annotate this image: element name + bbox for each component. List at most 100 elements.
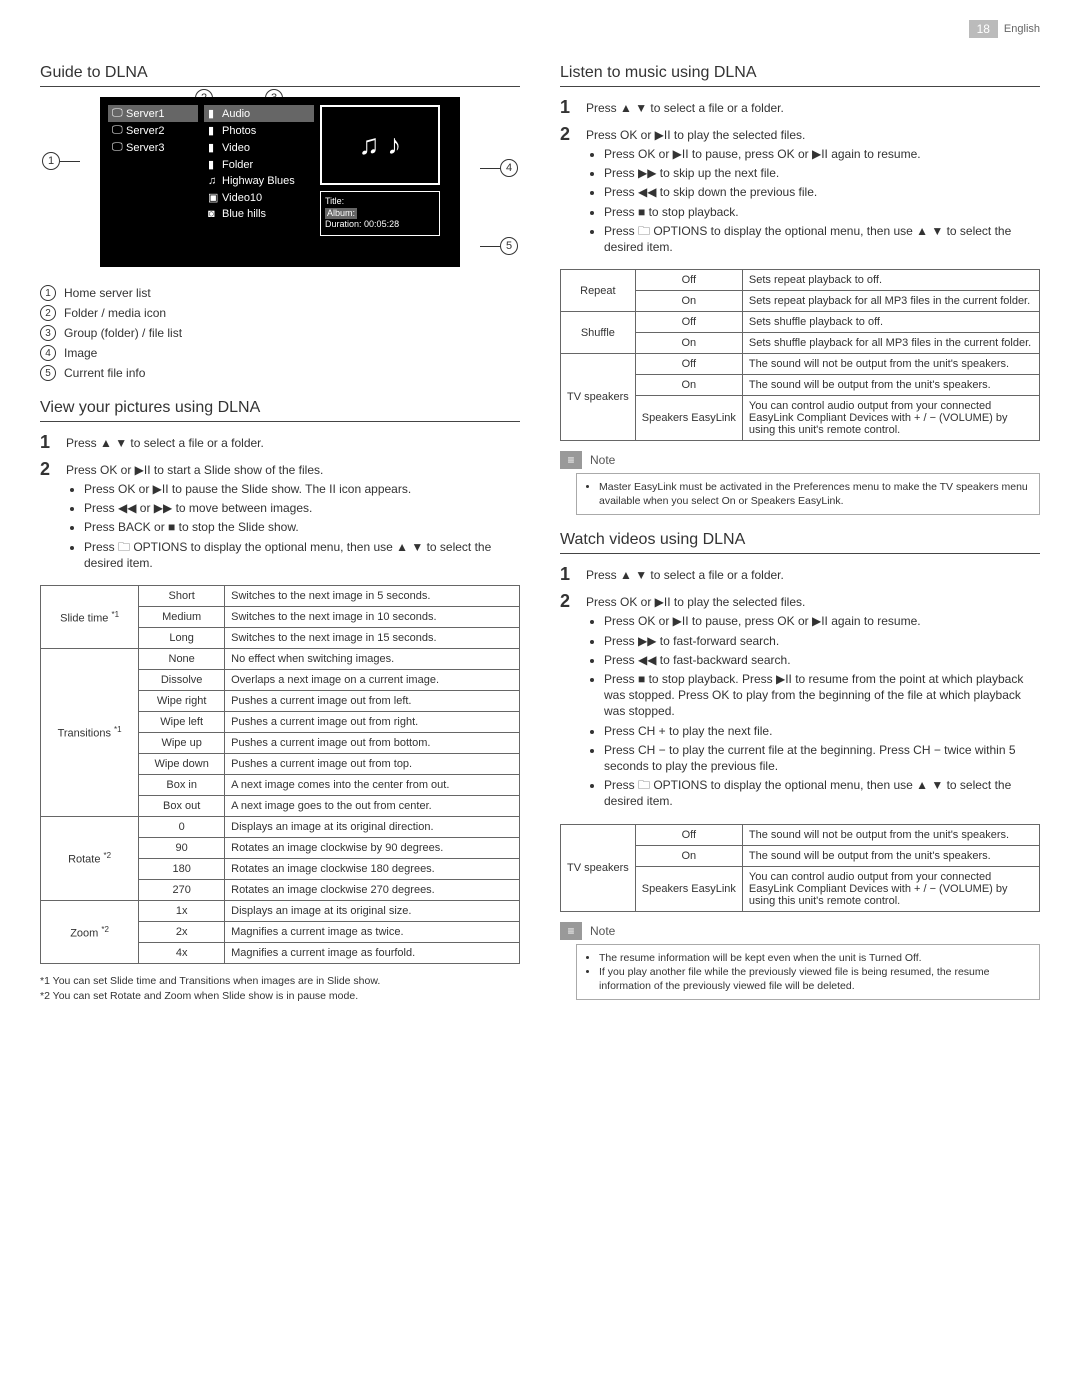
option-desc: You can control audio output from your c…	[742, 396, 1039, 441]
note-icon: ≡	[560, 922, 582, 940]
pictures-steps: 1Press ▲ ▼ to select a file or a folder.…	[40, 432, 520, 575]
video-title: Watch videos using DLNA	[560, 531, 1040, 554]
option-value: 90	[139, 837, 225, 858]
option-value: Off	[635, 354, 742, 375]
option-value: Box in	[139, 774, 225, 795]
music-title: Listen to music using DLNA	[560, 64, 1040, 87]
option-value: Wipe right	[139, 690, 225, 711]
option-value: Short	[139, 585, 225, 606]
option-desc: Overlaps a next image on a current image…	[225, 669, 520, 690]
option-value: 1x	[139, 900, 225, 921]
video-icon: ▣	[208, 191, 218, 204]
option-desc: Switches to the next image in 10 seconds…	[225, 606, 520, 627]
music-options-table: RepeatOffSets repeat playback to off.OnS…	[560, 269, 1040, 441]
option-value: 4x	[139, 942, 225, 963]
option-value: Off	[635, 824, 742, 845]
preview-info: Title: Album: Duration: 00:05:28	[320, 191, 440, 236]
option-value: 0	[139, 816, 225, 837]
option-value: Speakers EasyLink	[635, 396, 742, 441]
option-value: Wipe up	[139, 732, 225, 753]
language-label: English	[1004, 23, 1040, 35]
option-desc: You can control audio output from your c…	[742, 866, 1039, 911]
folder-icon: ▮	[208, 158, 218, 171]
option-value: Off	[635, 312, 742, 333]
setting-name: Repeat	[561, 270, 636, 312]
dlna-diagram: 🖵Server1 🖵Server2 🖵Server3 ▮Audio ▮Photo…	[100, 97, 460, 267]
option-value: None	[139, 648, 225, 669]
photo-icon: ◙	[208, 208, 218, 220]
option-desc: Rotates an image clockwise 180 degrees.	[225, 858, 520, 879]
pictures-options-table: Slide time *1ShortSwitches to the next i…	[40, 585, 520, 964]
callout-5: 5	[500, 237, 518, 255]
music-note: ≡Note Master EasyLink must be activated …	[560, 451, 1040, 515]
setting-name: TV speakers	[561, 824, 636, 911]
callout-1: 1	[42, 152, 60, 170]
option-desc: Sets repeat playback for all MP3 files i…	[742, 291, 1039, 312]
server-icon: 🖵	[112, 107, 122, 120]
setting-name: Shuffle	[561, 312, 636, 354]
folder-icon: ▮	[208, 124, 218, 137]
option-desc: Switches to the next image in 5 seconds.	[225, 585, 520, 606]
option-desc: Pushes a current image out from top.	[225, 753, 520, 774]
right-column: Listen to music using DLNA 1Press ▲ ▼ to…	[560, 48, 1040, 1010]
option-value: Medium	[139, 606, 225, 627]
option-desc: Rotates an image clockwise 270 degrees.	[225, 879, 520, 900]
pictures-title: View your pictures using DLNA	[40, 399, 520, 422]
callout-4: 4	[500, 159, 518, 177]
option-desc: The sound will not be output from the un…	[742, 354, 1039, 375]
option-value: 270	[139, 879, 225, 900]
left-column: Guide to DLNA 2 3 1 4 5 🖵Server1 🖵Server…	[40, 48, 520, 1010]
guide-title: Guide to DLNA	[40, 64, 520, 87]
note-icon: ≡	[560, 451, 582, 469]
option-value: On	[635, 333, 742, 354]
option-desc: Magnifies a current image as twice.	[225, 921, 520, 942]
server-icon: 🖵	[112, 124, 122, 137]
option-desc: Pushes a current image out from right.	[225, 711, 520, 732]
diagram-servers: 🖵Server1 🖵Server2 🖵Server3	[108, 105, 198, 259]
video-options-table: TV speakersOffThe sound will not be outp…	[560, 824, 1040, 912]
setting-name: TV speakers	[561, 354, 636, 441]
music-steps: 1Press ▲ ▼ to select a file or a folder.…	[560, 97, 1040, 259]
folder-icon: ▮	[208, 141, 218, 154]
setting-name: Slide time *1	[41, 585, 139, 648]
option-desc: Sets repeat playback to off.	[742, 270, 1039, 291]
option-desc: The sound will not be output from the un…	[742, 824, 1039, 845]
option-desc: Sets shuffle playback to off.	[742, 312, 1039, 333]
video-note: ≡Note The resume information will be kep…	[560, 922, 1040, 1001]
option-value: Box out	[139, 795, 225, 816]
option-value: Wipe left	[139, 711, 225, 732]
setting-name: Rotate *2	[41, 816, 139, 900]
option-value: 2x	[139, 921, 225, 942]
option-desc: Displays an image at its original size.	[225, 900, 520, 921]
option-desc: Sets shuffle playback for all MP3 files …	[742, 333, 1039, 354]
diagram-files: ▮Audio ▮Photos ▮Video ▮Folder ♫Highway B…	[204, 105, 314, 259]
option-desc: Magnifies a current image as fourfold.	[225, 942, 520, 963]
option-desc: Switches to the next image in 15 seconds…	[225, 627, 520, 648]
option-value: Long	[139, 627, 225, 648]
page-number: 18	[969, 20, 998, 38]
option-desc: The sound will be output from the unit's…	[742, 845, 1039, 866]
video-steps: 1Press ▲ ▼ to select a file or a folder.…	[560, 564, 1040, 813]
option-desc: Displays an image at its original direct…	[225, 816, 520, 837]
option-desc: Rotates an image clockwise by 90 degrees…	[225, 837, 520, 858]
option-value: Speakers EasyLink	[635, 866, 742, 911]
option-value: Dissolve	[139, 669, 225, 690]
option-value: On	[635, 291, 742, 312]
option-desc: Pushes a current image out from bottom.	[225, 732, 520, 753]
option-desc: No effect when switching images.	[225, 648, 520, 669]
setting-name: Transitions *1	[41, 648, 139, 816]
preview-image: ♫ ♪	[320, 105, 440, 185]
dlna-diagram-wrap: 2 3 1 4 5 🖵Server1 🖵Server2 🖵Server3 ▮Au…	[40, 97, 520, 267]
option-desc: A next image comes into the center from …	[225, 774, 520, 795]
music-icon: ♫	[208, 175, 218, 187]
option-desc: The sound will be output from the unit's…	[742, 375, 1039, 396]
option-value: 180	[139, 858, 225, 879]
option-desc: Pushes a current image out from left.	[225, 690, 520, 711]
option-value: On	[635, 845, 742, 866]
pictures-footnotes: *1 You can set Slide time and Transition…	[40, 974, 520, 1003]
folder-icon: ▮	[208, 107, 218, 120]
page-header: 18 English	[40, 20, 1040, 38]
option-value: Wipe down	[139, 753, 225, 774]
diagram-legend: 1Home server list 2Folder / media icon 3…	[40, 283, 520, 383]
option-value: On	[635, 375, 742, 396]
